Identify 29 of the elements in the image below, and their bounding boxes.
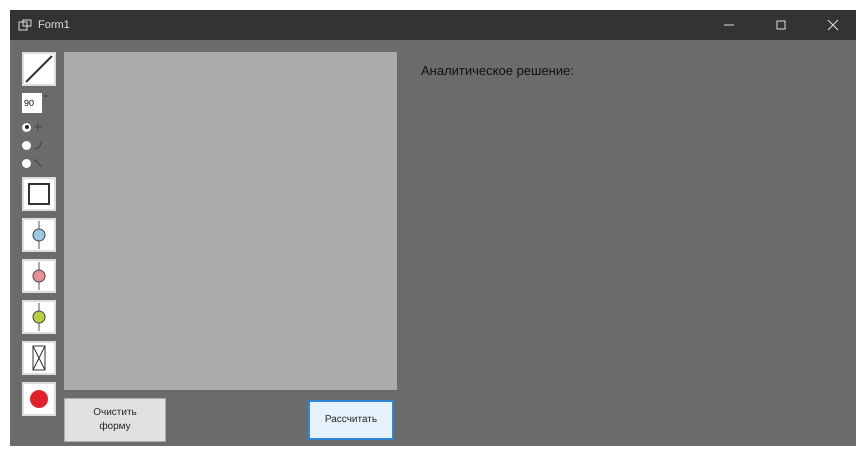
app-icon [18, 19, 32, 31]
crossed-box-icon [31, 344, 47, 372]
bulb-icon [31, 303, 47, 331]
line-icon [33, 122, 43, 132]
curve-icon [33, 140, 43, 150]
result-heading: Аналитическое решение: [421, 63, 574, 78]
calculate-button[interactable]: Рассчитать [308, 400, 394, 440]
slant-line-icon [33, 158, 43, 168]
window-title: Form1 [38, 19, 71, 31]
close-icon [827, 19, 839, 31]
clear-button[interactable]: Очистить форму [64, 398, 166, 442]
radio-button[interactable] [22, 122, 31, 132]
bulb-tool-button[interactable] [22, 300, 56, 334]
line-tool-button[interactable] [22, 52, 56, 86]
square-icon [27, 182, 51, 206]
diagonal-line-icon [24, 54, 54, 84]
point-tool-button[interactable] [22, 382, 56, 416]
dot-icon [29, 389, 49, 409]
bulb-tool-button[interactable] [22, 259, 56, 293]
bulb-icon [31, 262, 47, 290]
maximize-icon [775, 19, 787, 31]
radio-button[interactable] [22, 140, 31, 150]
degree-label: ° [44, 93, 48, 103]
bulb-icon [31, 221, 47, 249]
angle-field[interactable]: 90 [22, 93, 42, 113]
rectangle-tool-button[interactable] [22, 177, 56, 211]
crossed-box-tool-button[interactable] [22, 341, 56, 375]
bulb-tool-button[interactable] [22, 218, 56, 252]
radio-button[interactable] [22, 158, 31, 168]
